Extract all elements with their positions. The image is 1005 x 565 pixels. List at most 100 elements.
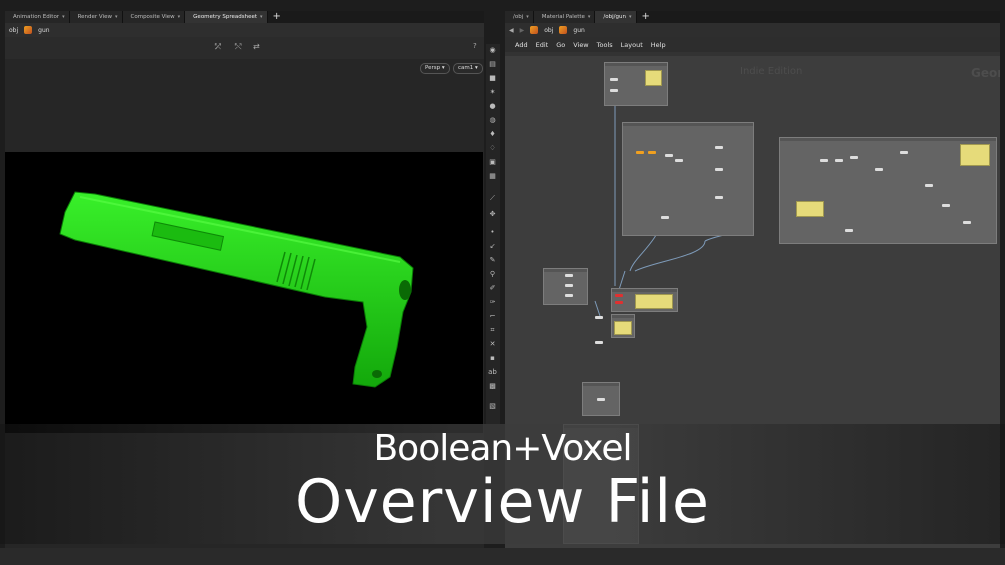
- tab-material-palette[interactable]: Material Palette ▾: [533, 11, 596, 23]
- tab-animation-editor[interactable]: Animation Editor ▾: [5, 11, 70, 23]
- node[interactable]: [845, 229, 853, 232]
- node[interactable]: [875, 168, 883, 171]
- camera-mode-button[interactable]: Persp ▾: [420, 63, 450, 74]
- tab-menu-icon[interactable]: ▾: [178, 14, 181, 20]
- back-arrow-icon[interactable]: ◀: [509, 27, 514, 34]
- crop-icon[interactable]: ⌗: [488, 326, 497, 335]
- menu-layout[interactable]: Layout: [621, 41, 643, 49]
- node[interactable]: [900, 151, 908, 154]
- square-icon[interactable]: ▪: [488, 354, 497, 363]
- view-tool-icon[interactable]: ⇄: [253, 42, 260, 51]
- node[interactable]: [565, 294, 573, 297]
- add-tab-icon[interactable]: +: [637, 11, 655, 23]
- render-icon[interactable]: ▦: [488, 172, 497, 181]
- bulb-icon[interactable]: ♦: [488, 130, 497, 139]
- gallery-icon[interactable]: ▧: [488, 402, 497, 411]
- point-icon[interactable]: •: [488, 228, 497, 237]
- node[interactable]: [595, 316, 603, 319]
- image-icon[interactable]: ▩: [488, 382, 497, 391]
- shading-icon[interactable]: ●: [488, 102, 497, 111]
- node[interactable]: [665, 154, 673, 157]
- right-path-bar: ◀ ▶ obj gun: [505, 23, 1000, 37]
- tab-menu-icon[interactable]: ▾: [260, 14, 263, 20]
- node[interactable]: [661, 216, 669, 219]
- node[interactable]: [610, 89, 618, 92]
- path-root[interactable]: obj: [9, 27, 18, 34]
- sticky-note[interactable]: [614, 321, 632, 335]
- sticky-note[interactable]: [960, 144, 990, 166]
- path-root[interactable]: obj: [544, 27, 553, 34]
- sticky-note[interactable]: [796, 201, 824, 217]
- menu-tools[interactable]: Tools: [597, 41, 613, 49]
- add-tab-icon[interactable]: +: [268, 11, 286, 23]
- tab-menu-icon[interactable]: ▾: [629, 14, 632, 20]
- node[interactable]: [597, 398, 605, 401]
- tab-obj-gun[interactable]: /obj/gun ▾: [595, 11, 637, 23]
- node[interactable]: [963, 221, 971, 224]
- path-node[interactable]: gun: [573, 27, 584, 34]
- camera-icon[interactable]: ▣: [488, 158, 497, 167]
- node[interactable]: [715, 168, 723, 171]
- flagged-node[interactable]: [615, 294, 623, 297]
- node[interactable]: [835, 159, 843, 162]
- gun-slide-model: [59, 191, 414, 388]
- snap-icon[interactable]: ✶: [488, 88, 497, 97]
- node[interactable]: [942, 204, 950, 207]
- right-tabbar: /obj ▾ Material Palette ▾ /obj/gun ▾ +: [505, 11, 1000, 23]
- tab-geometry-spreadsheet[interactable]: Geometry Spreadsheet ▾: [185, 11, 268, 23]
- light-bulb-icon[interactable]: ♢: [488, 144, 497, 153]
- title-line-1: Boolean+Voxel: [373, 428, 632, 469]
- tab-menu-icon[interactable]: ▾: [62, 14, 65, 20]
- select-icon[interactable]: ⟋: [488, 194, 497, 203]
- node[interactable]: [610, 78, 618, 81]
- measure-icon[interactable]: ✕: [488, 340, 497, 349]
- tab-menu-icon[interactable]: ▾: [588, 14, 591, 20]
- flagged-node[interactable]: [636, 151, 644, 154]
- eye-icon[interactable]: ◉: [488, 46, 497, 55]
- menu-edit[interactable]: Edit: [536, 41, 549, 49]
- node[interactable]: [715, 146, 723, 149]
- menu-go[interactable]: Go: [556, 41, 565, 49]
- node[interactable]: [820, 159, 828, 162]
- menu-view[interactable]: View: [573, 41, 588, 49]
- node[interactable]: [595, 341, 603, 344]
- menu-help[interactable]: Help: [651, 41, 666, 49]
- tab-menu-icon[interactable]: ▾: [115, 14, 118, 20]
- light-icon[interactable]: ◍: [488, 116, 497, 125]
- brush-icon[interactable]: ✑: [488, 298, 497, 307]
- camera-select-button[interactable]: cam1 ▾: [453, 63, 483, 74]
- 3d-viewport[interactable]: [5, 152, 483, 433]
- node[interactable]: [565, 274, 573, 277]
- status-bar: [0, 548, 1005, 565]
- flagged-node[interactable]: [648, 151, 656, 154]
- object-network-icon: [530, 26, 539, 34]
- node[interactable]: [850, 156, 858, 159]
- node[interactable]: [715, 196, 723, 199]
- pen-icon[interactable]: ✎: [488, 256, 497, 265]
- flagged-node[interactable]: [615, 301, 623, 304]
- lock-icon[interactable]: ■: [488, 74, 497, 83]
- path-node[interactable]: gun: [38, 27, 49, 34]
- view-tool-icon[interactable]: ⤱: [215, 42, 221, 52]
- node[interactable]: [565, 284, 573, 287]
- text-tool-icon[interactable]: ab: [488, 368, 497, 377]
- arrow-icon[interactable]: ↙: [488, 242, 497, 251]
- display-icon[interactable]: ▤: [488, 60, 497, 69]
- paint-icon[interactable]: ✐: [488, 284, 497, 293]
- view-tool-icon[interactable]: ⤲: [235, 42, 241, 52]
- network-box[interactable]: [622, 122, 754, 236]
- forward-arrow-icon[interactable]: ▶: [520, 27, 525, 34]
- corner-icon[interactable]: ⌐: [488, 312, 497, 321]
- sticky-note[interactable]: [645, 70, 662, 86]
- node[interactable]: [925, 184, 933, 187]
- tab-menu-icon[interactable]: ▾: [526, 14, 529, 20]
- tab-render-view[interactable]: Render View ▾: [69, 11, 123, 23]
- help-icon[interactable]: ?: [473, 42, 477, 50]
- tab-composite-view[interactable]: Composite View ▾: [122, 11, 186, 23]
- menu-add[interactable]: Add: [515, 41, 528, 49]
- tab-obj[interactable]: /obj ▾: [505, 11, 534, 23]
- sticky-note[interactable]: [635, 294, 673, 309]
- node[interactable]: [675, 159, 683, 162]
- handle-icon[interactable]: ⚲: [488, 270, 497, 279]
- transform-icon[interactable]: ✥: [488, 210, 497, 219]
